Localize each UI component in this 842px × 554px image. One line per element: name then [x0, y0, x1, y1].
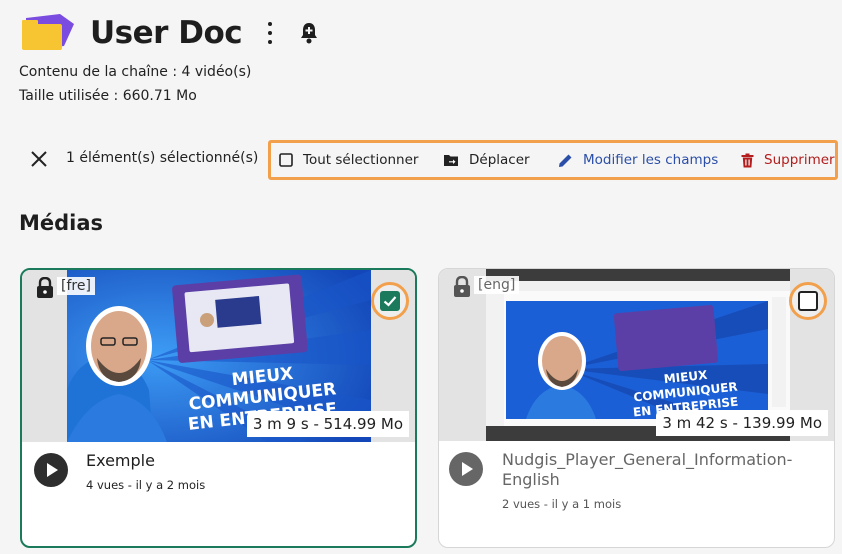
- channel-storage-used: Taille utilisée : 660.71 Mo: [19, 88, 197, 104]
- select-checkbox[interactable]: [371, 282, 409, 320]
- language-badge: [eng]: [474, 276, 520, 294]
- page-title: User Doc: [90, 15, 243, 51]
- checkbox-unchecked[interactable]: [798, 291, 818, 311]
- language-badge: [fre]: [57, 277, 95, 295]
- thumbnail-area: MIEUX COMMUNIQUER EN ENTREPRISE [fre] 3 …: [22, 270, 415, 442]
- lock-icon: [37, 277, 53, 298]
- play-icon[interactable]: [34, 453, 68, 487]
- video-meta: 4 vues - il y a 2 mois: [86, 478, 206, 492]
- pencil-icon: [559, 154, 572, 167]
- duration-size-badge: 3 m 42 s - 139.99 Mo: [656, 410, 828, 436]
- thumbnail-area: MIEUX COMMUNIQUER EN ENTREPRISE [eng] 3 …: [439, 269, 834, 441]
- select-all-button[interactable]: Tout sélectionner: [279, 152, 418, 168]
- duration-size-badge: 3 m 9 s - 514.99 Mo: [246, 411, 409, 437]
- close-selection-icon[interactable]: [30, 150, 48, 168]
- notification-bell-icon[interactable]: [300, 22, 318, 44]
- checkbox-empty-icon: [279, 153, 293, 167]
- trash-icon: [741, 153, 754, 167]
- move-button[interactable]: Déplacer: [443, 152, 530, 168]
- delete-button[interactable]: Supprimer: [741, 152, 835, 168]
- select-checkbox[interactable]: [789, 282, 827, 320]
- lock-icon: [454, 276, 470, 297]
- edit-fields-label: Modifier les champs: [583, 152, 719, 168]
- video-title[interactable]: Exemple: [86, 451, 386, 471]
- move-folder-icon: [444, 155, 458, 166]
- video-meta: 2 vues - il y a 1 mois: [502, 497, 622, 511]
- edit-fields-button[interactable]: Modifier les champs: [558, 152, 718, 168]
- video-title[interactable]: Nudgis_Player_General_Information-Englis…: [502, 450, 802, 490]
- play-icon[interactable]: [449, 452, 483, 486]
- select-all-label: Tout sélectionner: [303, 152, 419, 168]
- checkmark-icon: [383, 296, 397, 307]
- section-title: Médias: [19, 211, 104, 235]
- channel-content-count: Contenu de la chaîne : 4 vidéo(s): [19, 64, 252, 80]
- bulk-actions-toolbar: Tout sélectionner Déplacer Modifier les …: [268, 140, 838, 180]
- more-options-icon[interactable]: [266, 22, 274, 44]
- channel-header: User Doc: [20, 14, 318, 52]
- selection-count: 1 élément(s) sélectionné(s): [66, 150, 259, 166]
- media-card[interactable]: MIEUX COMMUNIQUER EN ENTREPRISE [eng] 3 …: [438, 268, 835, 548]
- checkbox-checked[interactable]: [380, 291, 400, 311]
- move-label: Déplacer: [469, 152, 530, 168]
- media-card[interactable]: MIEUX COMMUNIQUER EN ENTREPRISE [fre] 3 …: [20, 268, 417, 548]
- delete-label: Supprimer: [764, 152, 835, 168]
- folder-icon: [22, 14, 74, 50]
